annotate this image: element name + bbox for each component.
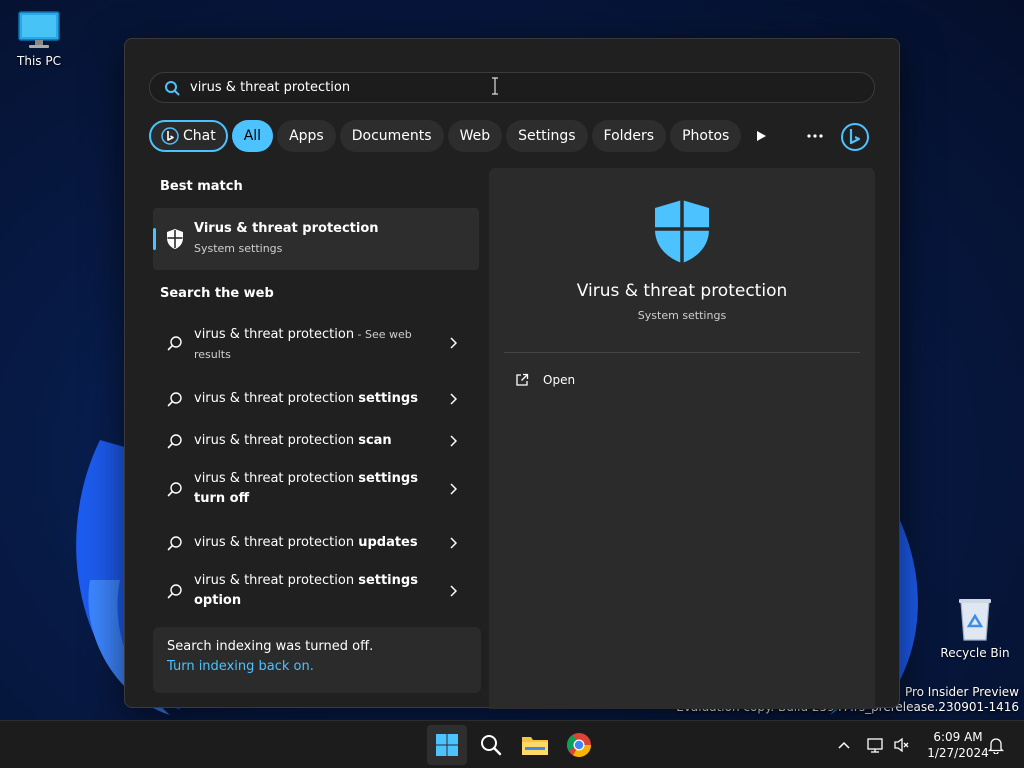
chrome-icon <box>566 733 591 758</box>
shield-icon <box>167 229 183 249</box>
windows-security-shield-icon <box>655 200 709 263</box>
search-icon <box>481 735 502 756</box>
search-icon <box>167 434 182 449</box>
filter-label: Settings <box>518 128 576 144</box>
filter-chat[interactable]: Chat <box>149 120 228 152</box>
search-icon <box>167 482 182 497</box>
taskbar: 6:09 AM 1/27/2024 <box>0 720 1024 768</box>
play-icon <box>757 131 766 141</box>
windows-logo-icon <box>436 734 458 756</box>
start-search-panel: virus & threat protection Chat All Apps … <box>124 38 900 709</box>
desktop-icon-recycle-bin[interactable]: Recycle Bin <box>937 596 1013 660</box>
web-suggestion-text: virus & threat protection - See web resu… <box>194 327 412 361</box>
filter-label: Web <box>459 128 491 144</box>
filter-folders[interactable]: Folders <box>591 120 667 152</box>
open-external-icon <box>516 373 529 386</box>
chevron-right-icon <box>450 537 457 549</box>
web-suggestion-text: virus & threat protection settings optio… <box>194 573 418 608</box>
filter-label: All <box>243 128 262 144</box>
network-status-button[interactable] <box>864 721 888 768</box>
web-suggestion-text: virus & threat protection scan <box>194 433 392 448</box>
web-suggestion[interactable]: virus & threat protection settings optio… <box>153 570 479 614</box>
best-match-name: Virus & threat protection <box>194 221 379 236</box>
search-icon <box>167 392 182 407</box>
chevron-right-icon <box>450 393 457 405</box>
best-match-result[interactable]: Virus & threat protection System setting… <box>153 208 479 270</box>
filter-label: Chat <box>183 128 216 144</box>
filter-label: Apps <box>289 128 324 144</box>
best-match-heading: Best match <box>160 179 243 194</box>
chevron-up-icon <box>838 741 850 749</box>
notifications-button[interactable] <box>984 721 1008 768</box>
search-icon <box>167 584 182 599</box>
options-button[interactable] <box>801 124 829 148</box>
preview-title: Virus & threat protection <box>576 281 788 301</box>
desktop-icon-this-pc[interactable]: This PC <box>1 10 77 68</box>
speaker-muted-icon <box>894 737 909 753</box>
filter-label: Photos <box>682 128 730 144</box>
chrome-button[interactable] <box>559 725 599 765</box>
preview-subtitle: System settings <box>637 309 727 322</box>
open-action[interactable]: Open <box>515 373 575 387</box>
desktop-icon-label: This PC <box>17 54 61 68</box>
selection-accent <box>153 228 156 250</box>
recycle-bin-icon <box>959 599 991 641</box>
chevron-right-icon <box>450 337 457 349</box>
turn-indexing-on-link[interactable]: Turn indexing back on. <box>167 659 467 674</box>
search-icon <box>167 336 182 351</box>
divider <box>504 352 860 353</box>
web-suggestion-text: virus & threat protection settings turn … <box>194 471 418 506</box>
monitor-icon <box>18 11 60 48</box>
bing-button[interactable] <box>839 121 871 153</box>
search-filter-bar: Chat All Apps Documents Web Settings Fol… <box>149 120 742 152</box>
search-query-text: virus & threat protection <box>190 80 351 95</box>
filter-all[interactable]: All <box>231 120 274 152</box>
volume-button[interactable] <box>890 721 914 768</box>
text-cursor-icon <box>492 77 498 95</box>
web-suggestion-text: virus & threat protection updates <box>194 535 418 550</box>
filter-settings[interactable]: Settings <box>506 120 588 152</box>
show-hidden-icons-button[interactable] <box>832 721 856 768</box>
bing-icon <box>841 123 869 151</box>
more-icon <box>807 134 823 138</box>
file-explorer-button[interactable] <box>515 725 555 765</box>
start-button[interactable] <box>427 725 467 765</box>
network-icon <box>867 738 883 753</box>
filter-apps[interactable]: Apps <box>277 120 336 152</box>
search-icon <box>167 536 182 551</box>
web-suggestion-text: virus & threat protection settings <box>194 391 418 406</box>
taskbar-search-button[interactable] <box>471 725 511 765</box>
web-suggestion[interactable]: virus & threat protection settings turn … <box>153 468 479 512</box>
indexing-message: Search indexing was turned off. <box>167 639 374 654</box>
filter-web[interactable]: Web <box>447 120 503 152</box>
search-icon <box>165 80 180 95</box>
file-explorer-icon <box>522 737 548 755</box>
search-web-heading: Search the web <box>160 286 274 301</box>
filter-label: Documents <box>351 128 432 144</box>
filter-photos[interactable]: Photos <box>670 120 742 152</box>
bing-chat-icon <box>161 127 179 145</box>
bell-icon <box>988 738 1004 754</box>
web-suggestion[interactable]: virus & threat protection scan <box>153 426 479 456</box>
filter-documents[interactable]: Documents <box>339 120 444 152</box>
indexing-notice: Search indexing was turned off. Turn ind… <box>153 627 481 693</box>
desktop-icon-label: Recycle Bin <box>940 646 1010 660</box>
chevron-right-icon <box>450 585 457 597</box>
result-preview-pane: Virus & threat protection System setting… <box>489 168 875 709</box>
chevron-right-icon <box>450 483 457 495</box>
web-suggestion[interactable]: virus & threat protection updates <box>153 528 479 558</box>
search-input[interactable]: virus & threat protection <box>149 72 875 103</box>
open-label: Open <box>543 373 576 387</box>
filter-label: Folders <box>603 128 655 144</box>
best-match-type: System settings <box>194 242 283 255</box>
chevron-right-icon <box>450 435 457 447</box>
web-suggestion[interactable]: virus & threat protection - See web resu… <box>153 322 479 366</box>
web-suggestion[interactable]: virus & threat protection settings <box>153 384 479 414</box>
more-filters-button[interactable] <box>747 124 775 148</box>
